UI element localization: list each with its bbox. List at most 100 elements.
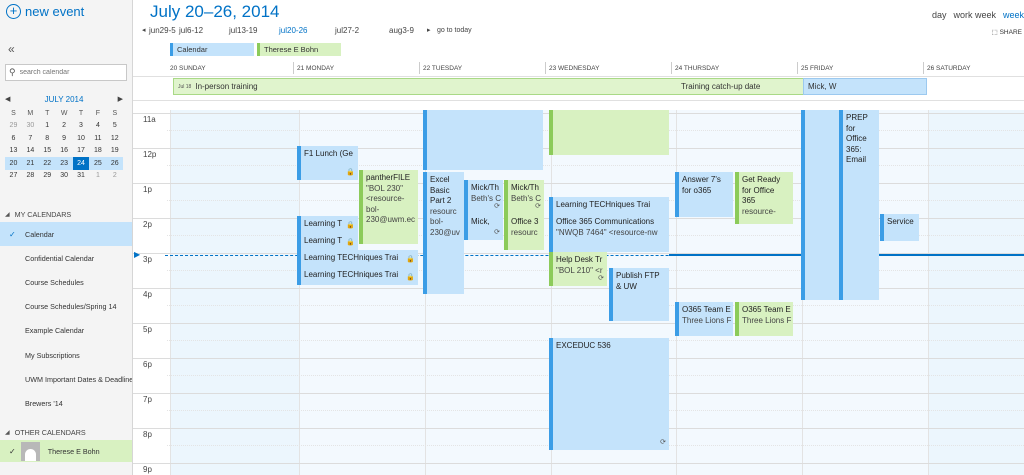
event-o365-communications[interactable]: Office 365 Communications "NWQB 7464" <r… xyxy=(549,214,669,252)
week-link[interactable]: jul13-19 xyxy=(229,26,257,35)
event-learning-1[interactable]: Learning T 🔒 xyxy=(297,216,358,233)
chip-therese[interactable]: Therese E Bohn xyxy=(257,43,341,56)
event-publish-ftp[interactable]: Publish FTP & UW xyxy=(609,268,669,321)
mini-calendar-day[interactable]: 29 xyxy=(39,170,56,183)
share-button[interactable]: ⬚ SHARE xyxy=(992,28,1022,36)
mini-calendar-day[interactable]: 25 xyxy=(89,157,107,170)
event-service[interactable]: Service xyxy=(880,214,919,241)
event-mick-1[interactable]: Mick/Th Beth's C ⟳ xyxy=(464,180,503,214)
event-o365-team-2[interactable]: O365 Team E Three Lions F xyxy=(735,302,793,336)
day-header[interactable]: 21 MONDAY xyxy=(297,65,334,72)
event-o365-team-1[interactable]: O365 Team E Three Lions F xyxy=(675,302,733,336)
mini-calendar-day[interactable]: 8 xyxy=(39,132,56,145)
other-calendars-header[interactable]: ◢ OTHER CALENDARS xyxy=(0,425,132,440)
day-header[interactable]: 22 TUESDAY xyxy=(423,65,462,72)
mini-calendar-day[interactable]: 10 xyxy=(73,132,90,145)
mini-calendar-day[interactable]: 13 xyxy=(5,145,22,158)
calendar-item[interactable]: My Subscriptions xyxy=(0,343,132,367)
event-learning-2[interactable]: Learning T 🔒 xyxy=(297,233,358,250)
day-header[interactable]: 23 WEDNESDAY xyxy=(549,65,599,72)
day-header[interactable]: 24 THURSDAY xyxy=(675,65,719,72)
mini-calendar-day[interactable]: 24 xyxy=(72,157,90,170)
mini-calendar-day[interactable]: 30 xyxy=(56,170,73,183)
next-month-icon[interactable]: ▶ xyxy=(118,95,123,103)
event-mick-2[interactable]: Mick/Th Beth's C ⟳ xyxy=(504,180,544,214)
mini-calendar-day[interactable]: 23 xyxy=(55,157,73,170)
allday-mick[interactable]: Mick, W xyxy=(803,78,927,95)
event-excel-basic[interactable]: Excel Basic Part 2 resourc bol- 230@uv xyxy=(423,172,464,294)
day-header[interactable]: 25 FRIDAY xyxy=(801,65,833,72)
event-learning-4[interactable]: Learning TECHniques Trai 🔒 xyxy=(297,267,418,285)
mini-calendar-day[interactable]: 4 xyxy=(89,120,106,133)
week-link[interactable]: jul27-2 xyxy=(335,26,359,35)
mini-calendar-day[interactable]: 27 xyxy=(5,170,22,183)
go-to-today-link[interactable]: go to today xyxy=(437,27,472,34)
week-link[interactable]: jun29-5 xyxy=(149,26,176,35)
mini-calendar-day[interactable]: 5 xyxy=(106,120,123,133)
mini-calendar-day[interactable]: 17 xyxy=(73,145,90,158)
my-calendars-header[interactable]: ◢ MY CALENDARS xyxy=(0,207,132,222)
event-office-3[interactable]: Office 3 resourc xyxy=(504,214,544,250)
mini-calendar-day[interactable]: 26 xyxy=(106,157,124,170)
calendar-item[interactable]: UWM Important Dates & Deadlines xyxy=(0,367,132,391)
mini-calendar-day[interactable]: 22 xyxy=(38,157,56,170)
mini-calendar-day[interactable]: 21 xyxy=(21,157,39,170)
mini-calendar-day[interactable]: 20 xyxy=(5,157,22,170)
event-learning-wed[interactable]: Learning TECHniques Trai xyxy=(549,197,669,214)
mini-calendar-day[interactable]: 2 xyxy=(56,120,73,133)
calendar-item[interactable]: Course Schedules/Spring 14 xyxy=(0,295,132,319)
event-pantherfile[interactable]: pantherFILE "BOL 230" <resource- bol- 23… xyxy=(359,170,418,244)
event-mick-3[interactable]: Mick, ⟳ xyxy=(464,214,503,240)
mini-calendar-day[interactable]: 1 xyxy=(89,170,106,183)
view-work-week[interactable]: work week xyxy=(953,10,996,20)
search-box[interactable]: ⚲ xyxy=(5,64,127,81)
mini-calendar-day[interactable]: 28 xyxy=(22,170,39,183)
event-exceduc[interactable]: EXCEDUC 536 ⟳ xyxy=(549,338,669,450)
mini-calendar-day[interactable]: 14 xyxy=(22,145,39,158)
event-prep-office-365[interactable]: PREP for Office 365: Email xyxy=(839,110,879,300)
mini-calendar-day[interactable]: 18 xyxy=(89,145,106,158)
calendar-item[interactable]: Brewers '14 xyxy=(0,391,132,415)
calendar-item[interactable]: Course Schedules xyxy=(0,270,132,294)
next-week-icon[interactable]: ▸ xyxy=(427,26,431,34)
calendar-item[interactable]: ✓ Calendar xyxy=(0,222,132,247)
allday-catchup[interactable]: Training catch-up date xyxy=(677,78,804,95)
event-wednesday-morning[interactable] xyxy=(549,110,669,155)
mini-calendar-day[interactable]: 31 xyxy=(73,170,90,183)
mini-calendar-day[interactable]: 19 xyxy=(106,145,123,158)
day-header[interactable]: 26 SATURDAY xyxy=(927,65,970,72)
mini-calendar-day[interactable]: 1 xyxy=(39,120,56,133)
event-answer-7s[interactable]: Answer 7's for o365 xyxy=(675,172,733,217)
event-tuesday-morning[interactable] xyxy=(423,110,543,170)
event-f1-lunch[interactable]: F1 Lunch (Ge 🔒 xyxy=(297,146,358,180)
mini-calendar-day[interactable]: 2 xyxy=(106,170,123,183)
mini-calendar-day[interactable]: 3 xyxy=(73,120,90,133)
search-input[interactable] xyxy=(19,69,120,76)
mini-calendar-day[interactable]: 9 xyxy=(56,132,73,145)
chip-calendar[interactable]: Calendar xyxy=(170,43,254,56)
view-day[interactable]: day xyxy=(932,10,947,20)
mini-calendar-day[interactable]: 6 xyxy=(5,132,22,145)
week-link[interactable]: jul20-26 xyxy=(279,26,307,35)
mini-calendar-day[interactable]: 15 xyxy=(39,145,56,158)
mini-calendar-day[interactable]: 11 xyxy=(89,132,106,145)
day-header[interactable]: 20 SUNDAY xyxy=(170,65,206,72)
mini-calendar-day[interactable]: 7 xyxy=(22,132,39,145)
calendar-item[interactable]: Confidential Calendar xyxy=(0,246,132,270)
mini-calendar-day[interactable]: 30 xyxy=(22,120,39,133)
week-link[interactable]: jul6-12 xyxy=(179,26,203,35)
event-learning-3[interactable]: Learning TECHniques Trai 🔒 xyxy=(297,250,418,267)
new-event-button[interactable]: + new event xyxy=(6,4,84,19)
event-get-ready[interactable]: Get Ready for Office 365 resource- xyxy=(735,172,793,224)
mini-calendar-month[interactable]: JULY 2014 xyxy=(45,95,84,104)
mini-calendar-day[interactable]: 12 xyxy=(106,132,123,145)
prev-week-icon[interactable]: ◂ xyxy=(142,26,146,34)
collapse-sidebar-button[interactable]: « xyxy=(8,42,15,56)
event-help-desk[interactable]: Help Desk Tr "BOL 210" <r ⟳ xyxy=(549,252,607,286)
mini-calendar-day[interactable]: 16 xyxy=(56,145,73,158)
week-link[interactable]: aug3-9 xyxy=(389,26,414,35)
other-calendar-person[interactable]: ✓ Therese E Bohn xyxy=(0,440,132,462)
view-week[interactable]: week xyxy=(1003,10,1024,20)
mini-calendar-day[interactable]: 29 xyxy=(5,120,22,133)
prev-month-icon[interactable]: ◀ xyxy=(5,95,10,103)
